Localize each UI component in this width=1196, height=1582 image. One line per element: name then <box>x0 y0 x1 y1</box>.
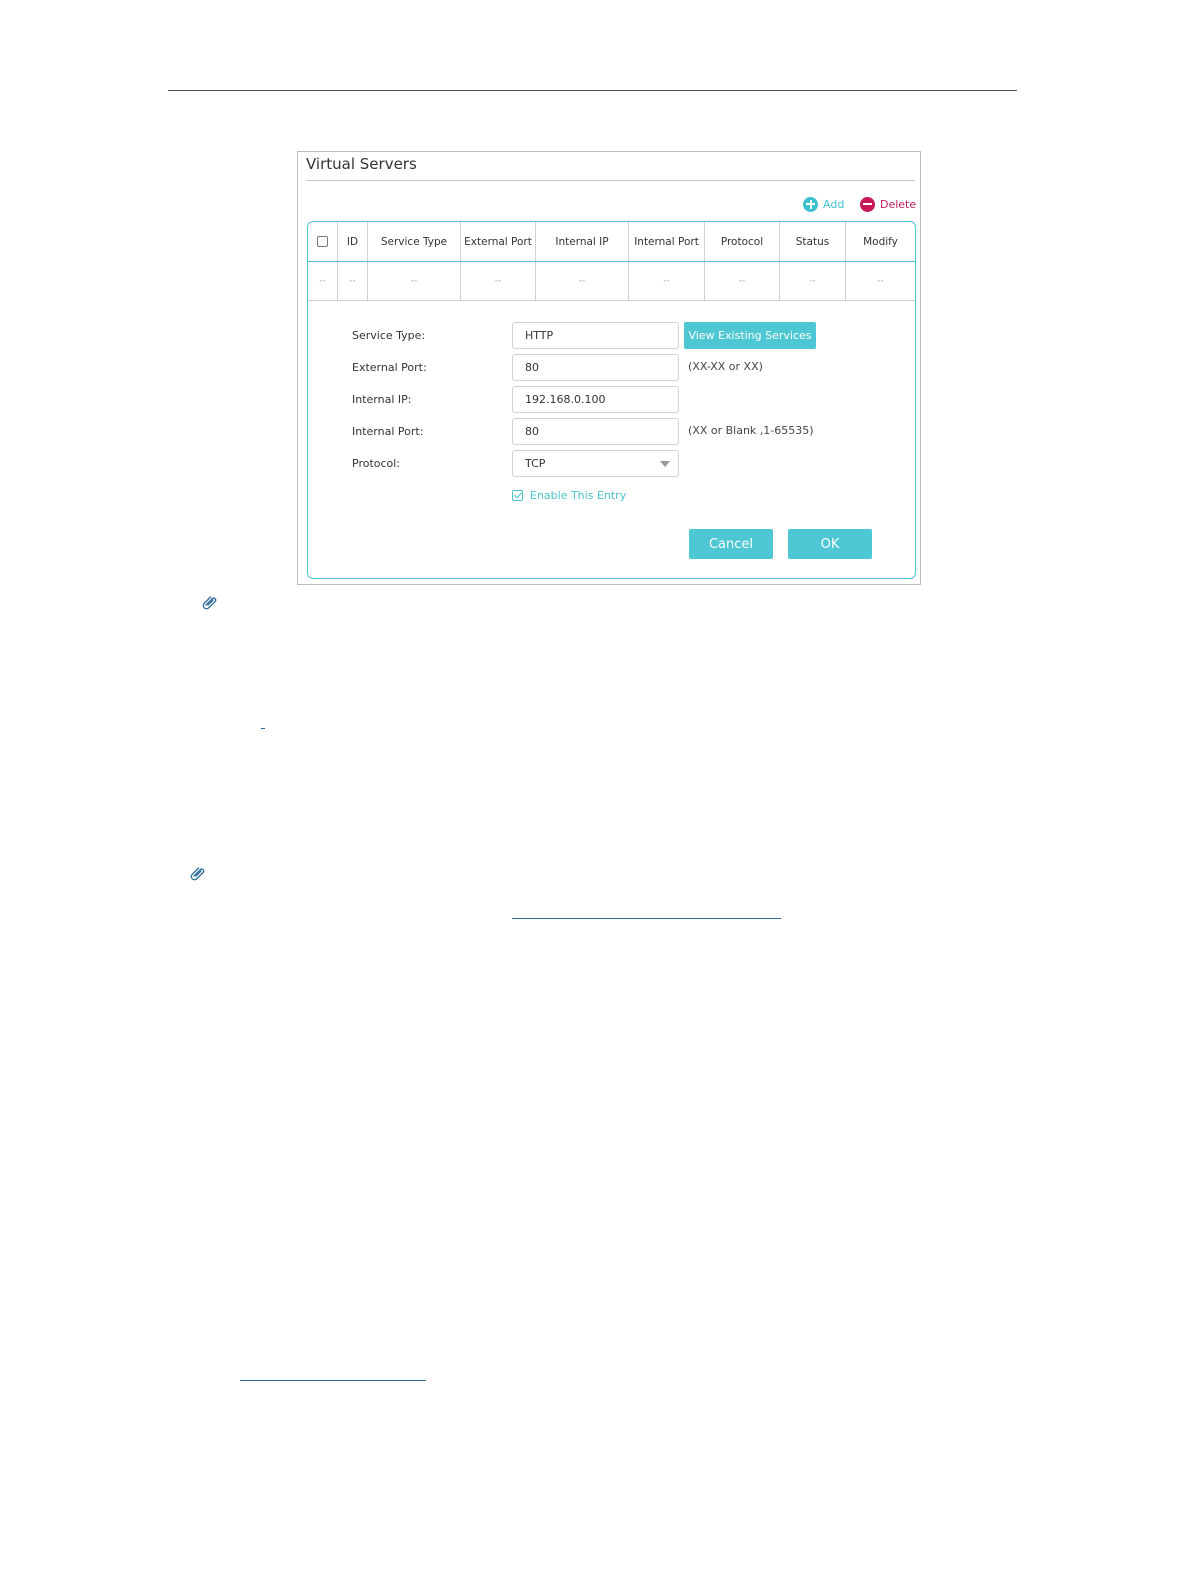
paperclip-note-icon <box>202 596 217 610</box>
panel-title-divider <box>306 180 915 181</box>
table-cell: -- <box>461 262 536 300</box>
table-cell: -- <box>629 262 705 300</box>
header-id: ID <box>338 222 368 261</box>
table-row: -- -- -- -- -- -- -- -- -- <box>308 262 915 301</box>
cancel-button[interactable]: Cancel <box>689 529 773 559</box>
table-header-row: ID Service Type External Port Internal I… <box>308 222 915 262</box>
table-cell: -- <box>536 262 629 300</box>
page-header-rule <box>168 90 1017 91</box>
protocol-selected-value: TCP <box>525 457 546 470</box>
internal-port-input[interactable]: 80 <box>512 418 679 445</box>
enable-entry-checkbox[interactable]: Enable This Entry <box>512 489 626 502</box>
plus-circle-icon <box>803 196 818 212</box>
table-cell: -- <box>705 262 780 300</box>
external-port-label: External Port: <box>352 361 427 374</box>
table-cell: -- <box>780 262 846 300</box>
minus-circle-icon <box>860 196 875 212</box>
internal-ip-input[interactable]: 192.168.0.100 <box>512 386 679 413</box>
add-button[interactable]: Add <box>803 196 844 212</box>
link-underline[interactable] <box>512 918 781 919</box>
ok-button[interactable]: OK <box>788 529 872 559</box>
external-port-input[interactable]: 80 <box>512 354 679 381</box>
view-existing-services-button[interactable]: View Existing Services <box>684 322 816 349</box>
paperclip-note-icon <box>190 867 205 881</box>
header-internal-port: Internal Port <box>629 222 705 261</box>
panel-title: Virtual Servers <box>306 155 417 173</box>
link-underline[interactable] <box>240 1380 426 1381</box>
checkbox-checked-icon <box>512 490 523 501</box>
select-all-checkbox[interactable] <box>317 236 328 247</box>
virtual-servers-panel: Virtual Servers Add Delete ID Service Ty… <box>297 151 921 585</box>
header-status: Status <box>780 222 846 261</box>
decorative-dash <box>261 728 265 729</box>
delete-button[interactable]: Delete <box>860 196 916 212</box>
table-cell: -- <box>338 262 368 300</box>
table-cell: -- <box>368 262 461 300</box>
enable-entry-label: Enable This Entry <box>530 489 627 502</box>
header-internal-ip: Internal IP <box>536 222 629 261</box>
delete-label: Delete <box>880 197 917 211</box>
internal-port-label: Internal Port: <box>352 425 424 438</box>
table-cell: -- <box>877 276 884 286</box>
header-protocol: Protocol <box>705 222 780 261</box>
header-select-all <box>308 222 338 261</box>
header-modify: Modify <box>863 235 898 248</box>
internal-ip-label: Internal IP: <box>352 393 412 406</box>
header-service-type: Service Type <box>368 222 461 261</box>
chevron-down-icon <box>660 461 670 467</box>
service-type-input[interactable]: HTTP <box>512 322 679 349</box>
protocol-select[interactable]: TCP <box>512 450 679 477</box>
external-port-hint: (XX-XX or XX) <box>688 360 763 373</box>
service-type-label: Service Type: <box>352 329 426 342</box>
add-label: Add <box>823 197 845 211</box>
table-cell: -- <box>308 262 338 300</box>
virtual-servers-table: ID Service Type External Port Internal I… <box>307 221 916 579</box>
header-external-port: External Port <box>461 222 536 261</box>
internal-port-hint: (XX or Blank ,1-65535) <box>688 424 814 437</box>
protocol-label: Protocol: <box>352 457 401 470</box>
